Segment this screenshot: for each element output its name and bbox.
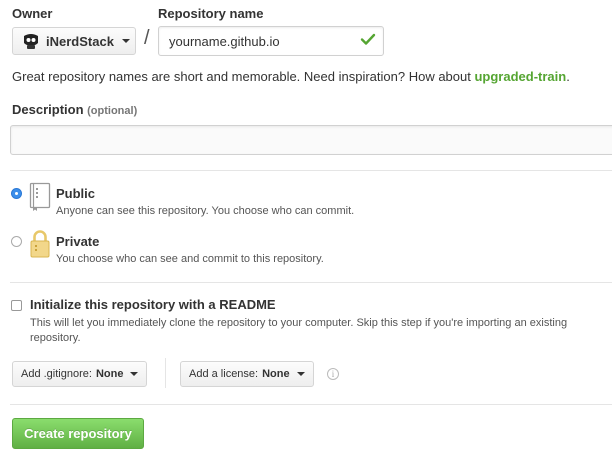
name-hint: Great repository names are short and mem… xyxy=(12,69,570,84)
readme-checkbox[interactable] xyxy=(11,300,22,311)
description-label: Description (optional) xyxy=(12,102,137,117)
license-prefix: Add a license: xyxy=(189,368,259,380)
public-title: Public xyxy=(56,186,96,201)
path-separator: / xyxy=(144,27,150,49)
owner-name: iNerdStack xyxy=(46,33,114,49)
license-dropdown[interactable]: Add a license: None xyxy=(180,361,314,387)
description-input[interactable] xyxy=(10,125,612,155)
gitignore-prefix: Add .gitignore: xyxy=(21,368,92,380)
repo-book-icon xyxy=(29,182,51,217)
repo-name-input[interactable] xyxy=(158,26,384,56)
divider xyxy=(10,404,612,405)
create-repository-button[interactable]: Create repository xyxy=(12,418,144,449)
readme-help-line1: This will let you immediately clone the … xyxy=(30,317,568,329)
lock-icon xyxy=(29,229,51,264)
owner-label: Owner xyxy=(12,6,53,21)
suggested-name-link[interactable]: upgraded-train xyxy=(474,69,566,84)
gitignore-dropdown[interactable]: Add .gitignore: None xyxy=(12,361,148,387)
chevron-down-icon xyxy=(130,372,139,376)
private-radio[interactable] xyxy=(11,236,22,247)
chevron-down-icon xyxy=(121,39,130,43)
readme-help-line2: repository. xyxy=(30,332,81,344)
public-radio[interactable] xyxy=(11,188,22,199)
chevron-down-icon xyxy=(296,372,305,376)
divider xyxy=(10,170,612,171)
description-label-text: Description xyxy=(12,102,84,117)
check-icon xyxy=(360,31,376,52)
optional-tag: (optional) xyxy=(87,105,138,117)
info-icon[interactable]: i xyxy=(327,368,339,380)
hint-text: Great repository names are short and mem… xyxy=(12,69,475,84)
hint-end: . xyxy=(566,69,570,84)
private-title: Private xyxy=(56,234,100,249)
private-description: You choose who can see and commit to thi… xyxy=(56,253,324,265)
repo-name-label: Repository name xyxy=(158,6,264,21)
gitignore-value: None xyxy=(95,368,124,380)
license-value: None xyxy=(262,368,290,380)
owner-dropdown[interactable]: iNerdStack xyxy=(12,27,136,55)
avatar xyxy=(22,33,40,49)
divider xyxy=(10,282,612,283)
vertical-divider xyxy=(165,358,166,388)
readme-label[interactable]: Initialize this repository with a README xyxy=(30,297,276,312)
public-description: Anyone can see this repository. You choo… xyxy=(56,205,355,217)
